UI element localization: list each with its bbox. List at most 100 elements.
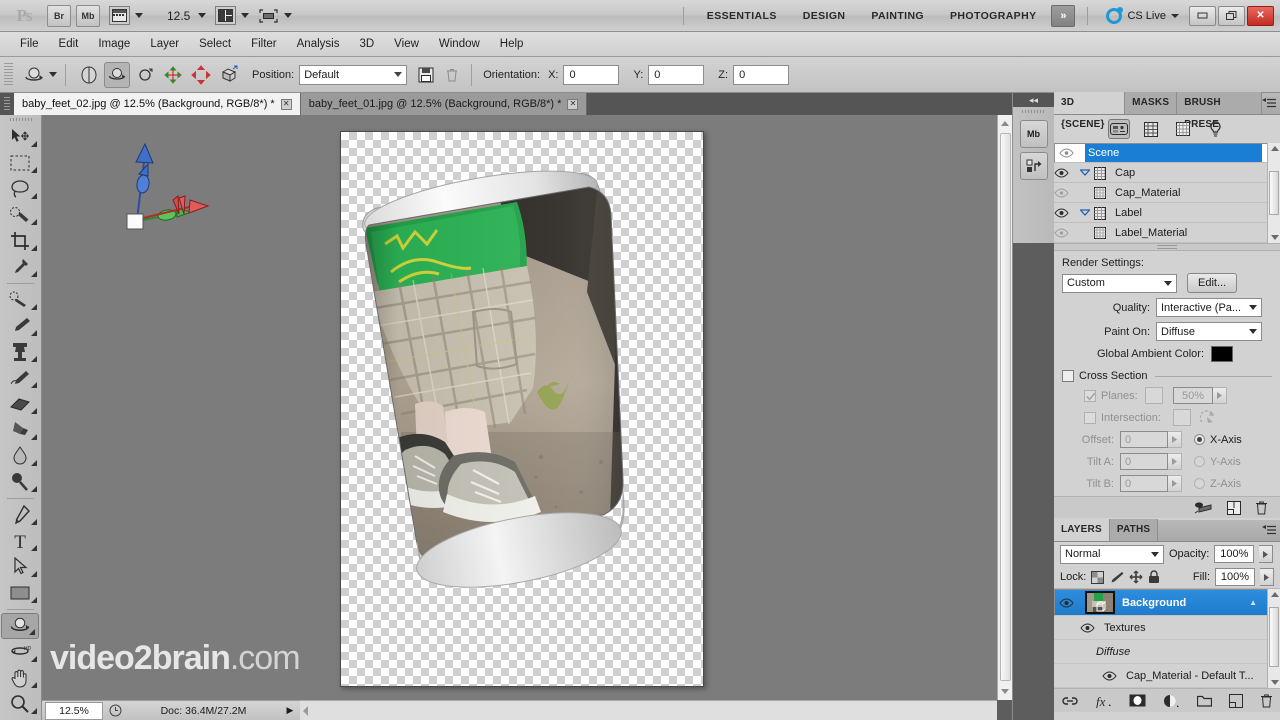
- rectangular-marquee-tool[interactable]: [0, 150, 40, 176]
- tool-preset-chevron-icon[interactable]: [49, 72, 57, 77]
- brush-tool[interactable]: [0, 313, 40, 339]
- 3d-camera-rotate-tool[interactable]: HD: [0, 639, 40, 665]
- canvas-vertical-scrollbar[interactable]: [997, 115, 1012, 700]
- scene-item-cap[interactable]: Cap: [1054, 163, 1280, 183]
- zoom-percentage-field[interactable]: 12.5%: [45, 701, 103, 720]
- menu-3d[interactable]: 3D: [349, 32, 384, 57]
- offset-stepper[interactable]: [1168, 431, 1182, 448]
- delete-position-icon[interactable]: [441, 64, 463, 86]
- menu-filter[interactable]: Filter: [241, 32, 287, 57]
- tilt-b-input[interactable]: 0: [1120, 475, 1168, 492]
- flip-section-icon[interactable]: [1200, 410, 1217, 425]
- layers-panel-menu-icon[interactable]: [1262, 519, 1276, 541]
- history-panel-icon[interactable]: [1019, 152, 1048, 180]
- visibility-icon[interactable]: [1059, 148, 1085, 158]
- tools-panel-grip[interactable]: [0, 115, 41, 124]
- collapse-panels-button[interactable]: ◂◂: [1013, 93, 1054, 107]
- chevron-down-icon[interactable]: [1080, 209, 1094, 216]
- scene-item-cap-material[interactable]: Cap_Material: [1054, 183, 1280, 203]
- visibility-icon[interactable]: [1102, 670, 1126, 681]
- fill-input[interactable]: 100%: [1215, 568, 1255, 586]
- tab-bar-grip[interactable]: [0, 93, 14, 115]
- dodge-tool[interactable]: [0, 469, 40, 495]
- mini-bridge-button[interactable]: Mb: [76, 4, 100, 27]
- menu-select[interactable]: Select: [189, 32, 241, 57]
- offset-input[interactable]: 0: [1120, 431, 1168, 448]
- position-select[interactable]: Default: [299, 64, 408, 85]
- menu-help[interactable]: Help: [490, 32, 534, 57]
- clone-stamp-tool[interactable]: [0, 339, 40, 365]
- quality-select[interactable]: Interactive (Pa...: [1156, 298, 1262, 317]
- tab-masks[interactable]: MASKS: [1125, 92, 1178, 114]
- scroll-up-icon[interactable]: [1271, 592, 1279, 597]
- layer-mask-icon[interactable]: [1129, 694, 1146, 707]
- horizontal-type-tool[interactable]: T: [0, 528, 40, 554]
- chevron-down-icon[interactable]: [1080, 169, 1094, 176]
- history-brush-tool[interactable]: [0, 365, 40, 391]
- z-axis-radio[interactable]: [1194, 478, 1205, 489]
- 3d-panel-menu-icon[interactable]: [1262, 92, 1276, 114]
- eyedropper-tool[interactable]: [0, 254, 40, 280]
- panel-resize-handle[interactable]: [1054, 243, 1280, 251]
- visibility-icon[interactable]: [1054, 187, 1080, 198]
- layer-list[interactable]: Background ▲ Textures Diffuse Cap_Materi…: [1054, 588, 1280, 688]
- visibility-icon[interactable]: [1054, 227, 1080, 238]
- delete-layer-icon[interactable]: [1260, 693, 1273, 708]
- menu-view[interactable]: View: [384, 32, 429, 57]
- scene-filter-icon[interactable]: [1108, 119, 1130, 139]
- planes-color-swatch[interactable]: [1145, 387, 1163, 404]
- document-canvas[interactable]: video2brain.com: [42, 115, 1012, 700]
- scroll-down-icon[interactable]: [1271, 680, 1279, 685]
- tab-layers[interactable]: LAYERS: [1054, 519, 1110, 541]
- orientation-x-input[interactable]: 0: [563, 64, 620, 85]
- bridge-button[interactable]: Br: [47, 4, 71, 27]
- y-axis-radio[interactable]: [1194, 456, 1205, 467]
- planes-opacity-value[interactable]: 50%: [1173, 387, 1213, 404]
- spot-healing-brush-tool[interactable]: [0, 287, 40, 313]
- opacity-stepper[interactable]: [1259, 545, 1274, 563]
- workspace-painting[interactable]: PAINTING: [858, 0, 937, 32]
- zoom-chevron-down-icon[interactable]: [198, 13, 207, 18]
- screen-mode-dropdown[interactable]: [258, 6, 293, 25]
- scrollbar-thumb[interactable]: [1000, 133, 1011, 681]
- document-tab-baby-feet-01[interactable]: baby_feet_01.jpg @ 12.5% (Background, RG…: [300, 93, 588, 115]
- 3d-scale-button[interactable]: [216, 62, 242, 88]
- tilt-b-stepper[interactable]: [1168, 475, 1182, 492]
- close-icon[interactable]: ✕: [280, 98, 292, 110]
- x-axis-radio[interactable]: [1194, 434, 1205, 445]
- scroll-down-icon[interactable]: [1001, 689, 1009, 694]
- render-preset-select[interactable]: Custom: [1062, 273, 1177, 293]
- canvas-horizontal-scrollbar[interactable]: [300, 700, 997, 720]
- 3d-scene-tree[interactable]: Scene Cap Cap_Material Label Label_Mater…: [1054, 143, 1280, 243]
- path-selection-tool[interactable]: [0, 554, 40, 580]
- planes-checkbox[interactable]: [1084, 389, 1096, 402]
- scene-item-label-mesh[interactable]: Label: [1054, 203, 1280, 223]
- layer-list-scrollbar[interactable]: [1267, 589, 1280, 688]
- layer-row-cap-material[interactable]: Cap_Material - Default T...: [1054, 664, 1280, 688]
- close-icon[interactable]: ✕: [567, 98, 579, 110]
- minimize-button[interactable]: [1189, 5, 1216, 26]
- orientation-z-input[interactable]: 0: [733, 64, 790, 85]
- mesh-filter-icon[interactable]: [1140, 119, 1162, 139]
- global-ambient-color-swatch[interactable]: [1211, 346, 1233, 362]
- scroll-up-icon[interactable]: [1001, 121, 1009, 126]
- 3d-drag-button[interactable]: [132, 62, 158, 88]
- blend-mode-select[interactable]: Normal: [1060, 544, 1164, 564]
- hand-tool[interactable]: [0, 665, 40, 691]
- pen-tool[interactable]: [0, 502, 40, 528]
- close-button[interactable]: ✕: [1247, 5, 1274, 26]
- timing-icon[interactable]: [103, 704, 127, 717]
- restore-button[interactable]: [1218, 5, 1245, 26]
- opacity-input[interactable]: 100%: [1214, 545, 1255, 563]
- options-bar-grip[interactable]: [4, 62, 13, 87]
- intersection-color-swatch[interactable]: [1173, 409, 1191, 426]
- 3d-roll-button[interactable]: [104, 61, 130, 88]
- eraser-tool[interactable]: [0, 391, 40, 417]
- link-layers-icon[interactable]: [1061, 696, 1078, 706]
- layer-row-textures[interactable]: Textures: [1054, 616, 1280, 640]
- workspace-design[interactable]: DESIGN: [790, 0, 859, 32]
- status-expand-icon[interactable]: ▶: [280, 705, 300, 716]
- adjustment-layer-icon[interactable]: [1163, 694, 1180, 708]
- workspace-essentials[interactable]: ESSENTIALS: [694, 0, 790, 32]
- paint-on-select[interactable]: Diffuse: [1156, 322, 1262, 341]
